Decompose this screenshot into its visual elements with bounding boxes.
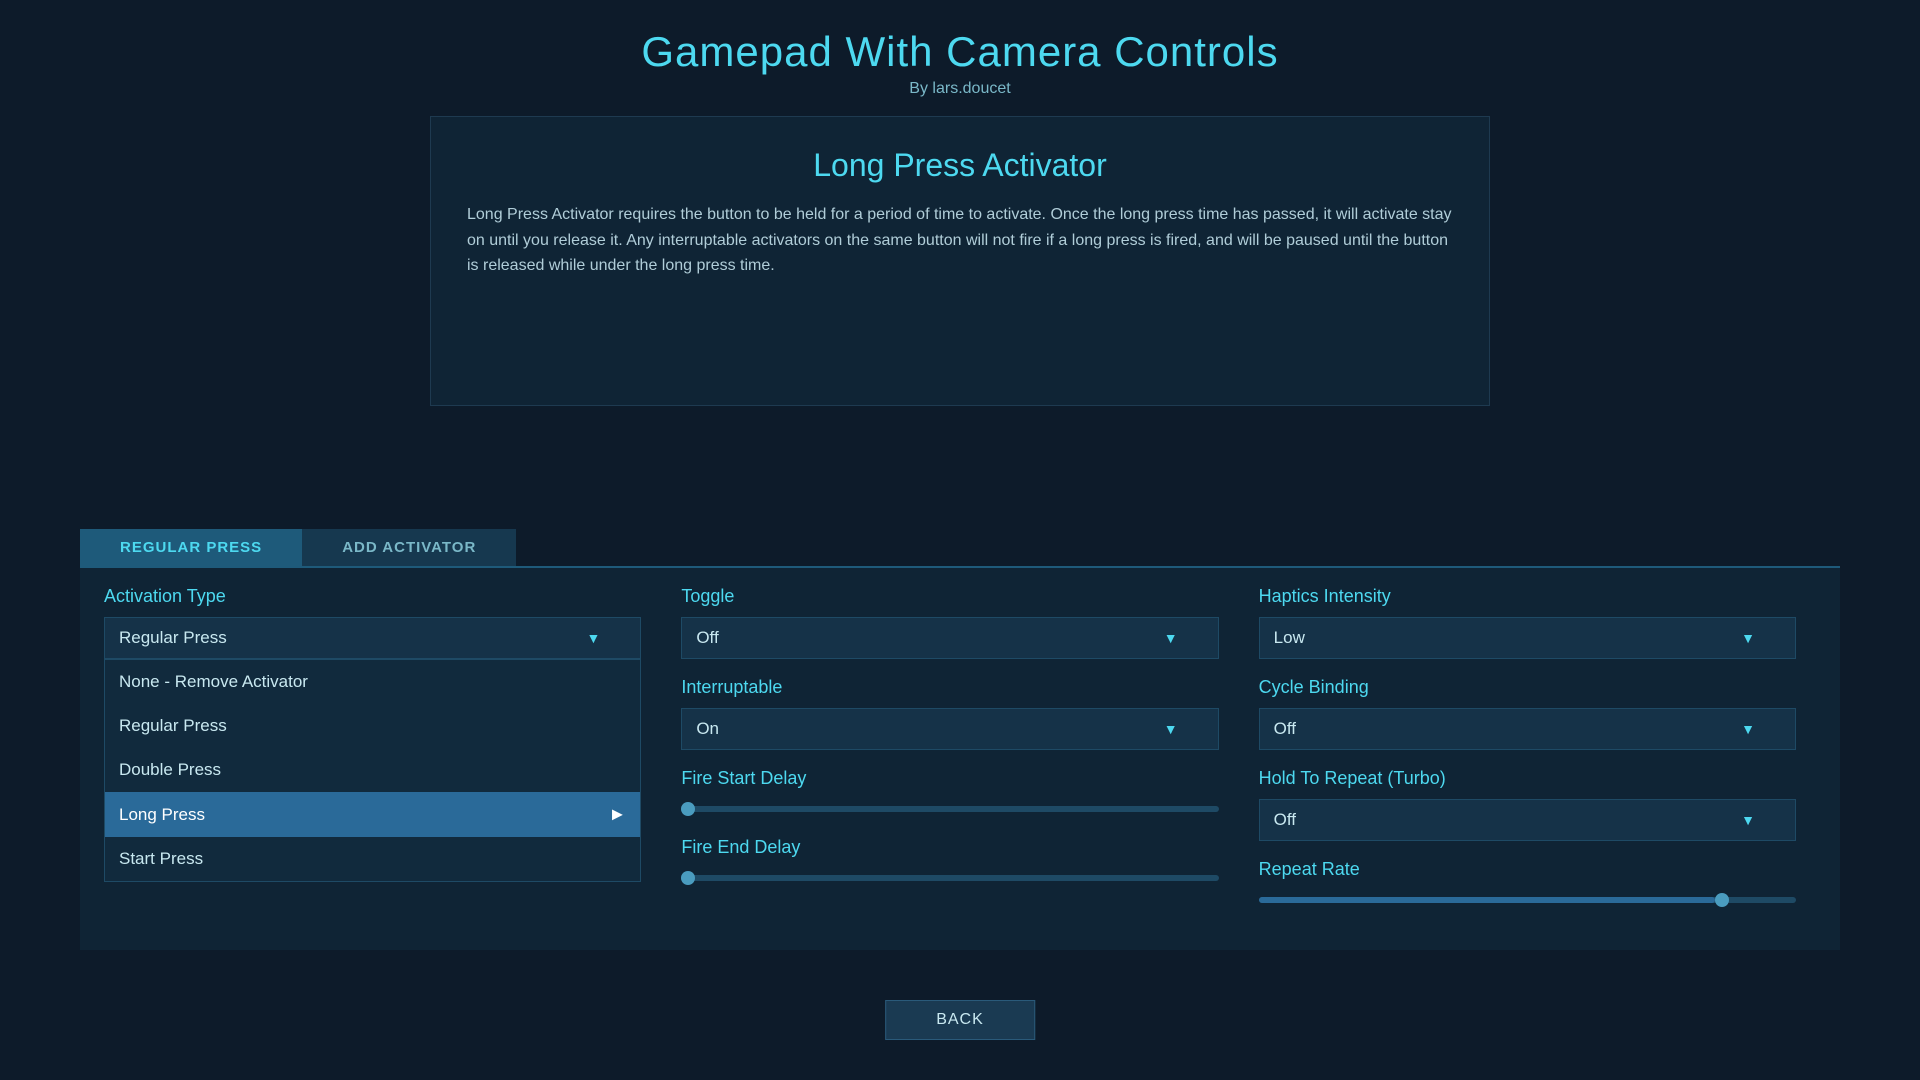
haptics-section: Haptics Intensity Low ▼ — [1259, 586, 1796, 659]
activation-type-selected: Regular Press — [119, 628, 227, 648]
cycle-binding-label: Cycle Binding — [1259, 677, 1796, 698]
dropdown-item-long-press[interactable]: Long Press ► — [105, 792, 640, 837]
activation-type-dropdown-list: None - Remove Activator Regular Press Do… — [104, 659, 641, 882]
hold-to-repeat-label: Hold To Repeat (Turbo) — [1259, 768, 1796, 789]
tab-add-activator[interactable]: ADD ACTIVATOR — [302, 529, 516, 566]
fire-start-delay-section: Fire Start Delay — [681, 768, 1218, 819]
fire-end-delay-thumb[interactable] — [681, 871, 695, 885]
fire-end-delay-section: Fire End Delay — [681, 837, 1218, 888]
dropdown-item-regular-press[interactable]: Regular Press — [105, 704, 640, 748]
interruptable-section: Interruptable On ▼ — [681, 677, 1218, 750]
right-col: Haptics Intensity Low ▼ Cycle Binding Of… — [1239, 586, 1816, 928]
repeat-rate-fill — [1259, 897, 1716, 903]
cycle-binding-arrow-icon: ▼ — [1741, 721, 1755, 737]
fire-end-delay-track — [681, 875, 1218, 881]
toggle-dropdown-btn[interactable]: Off ▼ — [681, 617, 1218, 659]
toggle-section: Toggle Off ▼ — [681, 586, 1218, 659]
page-subtitle: By lars.doucet — [0, 80, 1920, 98]
hold-to-repeat-arrow-icon: ▼ — [1741, 812, 1755, 828]
activation-type-arrow-icon: ▼ — [586, 630, 600, 646]
page-title: Gamepad With Camera Controls — [0, 0, 1920, 76]
fire-start-delay-track — [681, 806, 1218, 812]
section-title: Long Press Activator — [467, 147, 1453, 184]
cycle-binding-dropdown-btn[interactable]: Off ▼ — [1259, 708, 1796, 750]
controls-row: Activation Type Regular Press ▼ None - R… — [80, 566, 1840, 950]
activation-type-col: Activation Type Regular Press ▼ None - R… — [104, 586, 661, 928]
dropdown-item-none[interactable]: None - Remove Activator — [105, 660, 640, 704]
haptics-label: Haptics Intensity — [1259, 586, 1796, 607]
toggle-arrow-icon: ▼ — [1164, 630, 1178, 646]
hold-to-repeat-dropdown-wrapper: Off ▼ — [1259, 799, 1796, 841]
fire-end-delay-label: Fire End Delay — [681, 837, 1218, 858]
tab-bar: REGULAR PRESS ADD ACTIVATOR — [80, 529, 1840, 566]
middle-col: Toggle Off ▼ Interruptable On ▼ — [661, 586, 1238, 928]
toggle-label: Toggle — [681, 586, 1218, 607]
bottom-panel: REGULAR PRESS ADD ACTIVATOR Activation T… — [0, 529, 1920, 950]
repeat-rate-slider-container — [1259, 890, 1796, 910]
dropdown-item-start-press[interactable]: Start Press — [105, 837, 640, 881]
description-panel: Long Press Activator Long Press Activato… — [430, 116, 1490, 406]
hold-to-repeat-selected: Off — [1274, 810, 1296, 830]
interruptable-dropdown-btn[interactable]: On ▼ — [681, 708, 1218, 750]
activation-type-dropdown-wrapper: Regular Press ▼ None - Remove Activator … — [104, 617, 641, 659]
long-press-label: Long Press — [119, 805, 205, 825]
activation-type-dropdown-btn[interactable]: Regular Press ▼ — [104, 617, 641, 659]
toggle-dropdown-wrapper: Off ▼ — [681, 617, 1218, 659]
hold-to-repeat-section: Hold To Repeat (Turbo) Off ▼ — [1259, 768, 1796, 841]
repeat-rate-label: Repeat Rate — [1259, 859, 1796, 880]
repeat-rate-thumb[interactable] — [1715, 893, 1729, 907]
cycle-binding-section: Cycle Binding Off ▼ — [1259, 677, 1796, 750]
description-text: Long Press Activator requires the button… — [467, 202, 1453, 279]
back-btn-area: BACK — [885, 1000, 1035, 1040]
toggle-selected: Off — [696, 628, 718, 648]
hold-to-repeat-dropdown-btn[interactable]: Off ▼ — [1259, 799, 1796, 841]
repeat-rate-section: Repeat Rate — [1259, 859, 1796, 910]
haptics-selected: Low — [1274, 628, 1305, 648]
back-button[interactable]: BACK — [885, 1000, 1035, 1040]
interruptable-label: Interruptable — [681, 677, 1218, 698]
tab-regular-press[interactable]: REGULAR PRESS — [80, 529, 302, 566]
cycle-binding-selected: Off — [1274, 719, 1296, 739]
interruptable-arrow-icon: ▼ — [1164, 721, 1178, 737]
cycle-binding-dropdown-wrapper: Off ▼ — [1259, 708, 1796, 750]
dropdown-item-double-press[interactable]: Double Press — [105, 748, 640, 792]
fire-start-delay-slider-container — [681, 799, 1218, 819]
haptics-arrow-icon: ▼ — [1741, 630, 1755, 646]
haptics-dropdown-wrapper: Low ▼ — [1259, 617, 1796, 659]
interruptable-dropdown-wrapper: On ▼ — [681, 708, 1218, 750]
haptics-dropdown-btn[interactable]: Low ▼ — [1259, 617, 1796, 659]
activation-type-label: Activation Type — [104, 586, 641, 607]
interruptable-selected: On — [696, 719, 719, 739]
fire-start-delay-thumb[interactable] — [681, 802, 695, 816]
cursor-indicator: ► — [609, 804, 627, 825]
fire-end-delay-slider-container — [681, 868, 1218, 888]
fire-start-delay-label: Fire Start Delay — [681, 768, 1218, 789]
